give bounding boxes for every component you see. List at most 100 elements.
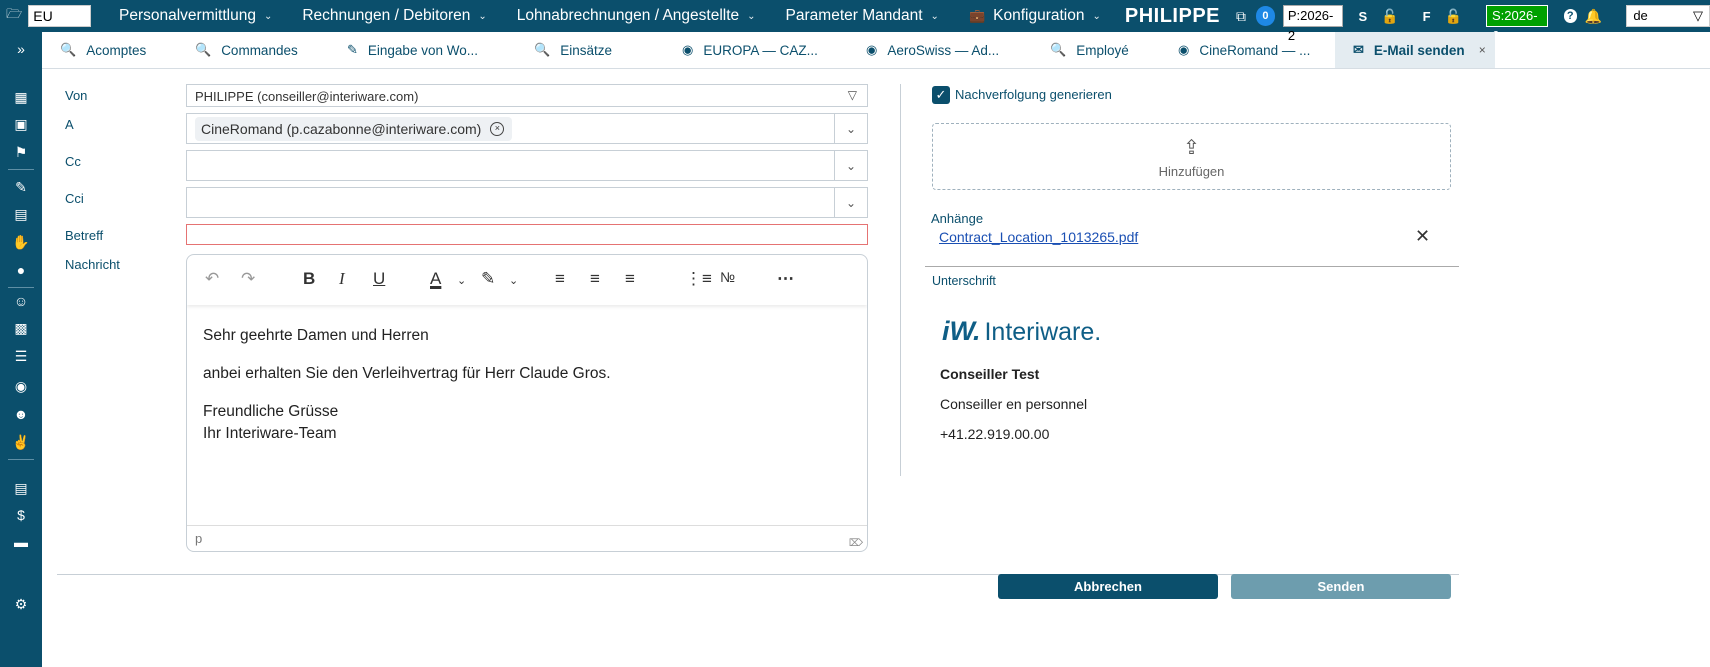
id-card-icon[interactable]: ▤ bbox=[0, 202, 42, 226]
upload-dropzone[interactable]: ⇪ Hinzufügen bbox=[932, 123, 1451, 190]
bullet-list-icon[interactable]: ⋮≡ bbox=[685, 269, 712, 289]
followup-checkbox[interactable]: ✓ bbox=[932, 86, 950, 104]
tab-europa[interactable]: ◉ EUROPA — CAZ... bbox=[664, 32, 848, 68]
send-button[interactable]: Senden bbox=[1231, 574, 1451, 599]
italic-icon[interactable]: I bbox=[339, 269, 345, 289]
binoculars-icon[interactable]: ◉ bbox=[0, 374, 42, 398]
sliders-icon[interactable]: ☰ bbox=[0, 344, 42, 368]
tab-label: AeroSwiss — Ad... bbox=[887, 42, 1000, 58]
f-label: F bbox=[1422, 8, 1431, 24]
chevron-down-icon: ⌄ bbox=[747, 10, 756, 22]
search-icon: 🔍 bbox=[195, 42, 212, 57]
signature-phone: +41.22.919.00.00 bbox=[940, 426, 1050, 442]
help-icon[interactable]: ? bbox=[1563, 9, 1577, 23]
menu-parameter-mandant[interactable]: Parameter Mandant ⌄ bbox=[786, 7, 939, 25]
logo-text: Interiware. bbox=[984, 318, 1102, 346]
tab-cineromand[interactable]: ◉ CineRomand — ... bbox=[1160, 32, 1335, 68]
user-search-icon[interactable]: ☻ bbox=[0, 402, 42, 426]
toolbox-icon: 💼 bbox=[968, 8, 986, 23]
align-right-icon[interactable]: ≡ bbox=[625, 269, 635, 289]
recipient-chip-label: CineRomand (p.cazabonne@interiware.com) bbox=[201, 121, 482, 137]
tab-commandes[interactable]: 🔍 Commandes bbox=[177, 32, 329, 68]
unlock-icon[interactable]: 🔓 bbox=[1445, 8, 1462, 25]
resize-handle-icon[interactable]: ⌦ bbox=[849, 539, 863, 549]
chevron-down-icon[interactable]: ⌄ bbox=[457, 274, 466, 287]
clipboard-icon[interactable]: ▩ bbox=[0, 316, 42, 340]
attachments-divider bbox=[925, 266, 1459, 267]
user-settings-icon[interactable]: ⚙ bbox=[0, 592, 42, 616]
betreff-input[interactable] bbox=[186, 224, 868, 245]
cc-field[interactable]: ⌄ bbox=[186, 150, 868, 181]
numbered-list-icon[interactable]: № bbox=[720, 269, 735, 285]
cc-label: Cc bbox=[65, 154, 81, 169]
highlight-icon[interactable]: ✎ bbox=[481, 269, 495, 289]
tab-label: EUROPA — CAZ... bbox=[703, 42, 818, 58]
chevron-down-icon: ⌄ bbox=[930, 10, 939, 22]
language-select[interactable]: de ▽ bbox=[1626, 5, 1710, 27]
signature-name: Conseiller Test bbox=[940, 366, 1040, 382]
sidebar: » ▦ ▣ ⚑ ✎ ▤ ✋ ● ☺ ▩ ☰ ◉ ☻ ✌ ▤ $ ▬ ⚙ bbox=[0, 32, 42, 667]
chevron-down-icon[interactable]: ⌄ bbox=[834, 114, 867, 143]
menu-konfiguration[interactable]: 💼 Konfiguration ⌄ bbox=[969, 7, 1101, 25]
tab-einsaetze[interactable]: 🔍 Einsätze bbox=[516, 32, 664, 68]
undo-icon[interactable]: ↶ bbox=[205, 269, 219, 289]
tab-employe[interactable]: 🔍 Employé bbox=[1032, 32, 1160, 68]
cci-label: Cci bbox=[65, 191, 84, 206]
calendar-icon[interactable]: ▣ bbox=[0, 112, 42, 136]
sidebar-divider bbox=[8, 287, 34, 288]
cci-field[interactable]: ⌄ bbox=[186, 187, 868, 218]
tab-eingabe[interactable]: ✎ Eingabe von Wo... bbox=[329, 32, 516, 68]
menu-rechnungen[interactable]: Rechnungen / Debitoren ⌄ bbox=[302, 7, 486, 25]
hand-give-icon[interactable]: ✌ bbox=[0, 430, 42, 454]
flag-icon[interactable]: ⚑ bbox=[0, 140, 42, 164]
tab-label: Einsätze bbox=[560, 42, 612, 58]
calendar-grid-icon[interactable]: ▦ bbox=[0, 85, 42, 109]
attachment-link[interactable]: Contract_Location_1013265.pdf bbox=[939, 229, 1138, 245]
bold-icon[interactable]: B bbox=[303, 269, 315, 289]
users-icon[interactable]: ● bbox=[0, 258, 42, 282]
unlock-icon[interactable]: 🔓 bbox=[1381, 8, 1398, 25]
hand-money-icon[interactable]: ✋ bbox=[0, 230, 42, 254]
redo-icon[interactable]: ↷ bbox=[241, 269, 255, 289]
cancel-button[interactable]: Abbrechen bbox=[998, 574, 1218, 599]
a-recipient-field[interactable]: CineRomand (p.cazabonne@interiware.com) … bbox=[186, 113, 868, 144]
chevron-down-icon[interactable]: ⌄ bbox=[834, 188, 867, 217]
remove-chip-icon[interactable]: × bbox=[490, 122, 505, 136]
menu-label: Konfiguration bbox=[993, 7, 1085, 24]
von-select[interactable]: PHILIPPE (conseiller@interiware.com) ▽ bbox=[186, 84, 868, 107]
text-color-icon[interactable]: A bbox=[430, 269, 441, 289]
remove-attachment-icon[interactable]: ✕ bbox=[1415, 226, 1430, 247]
signature-role: Conseiller en personnel bbox=[940, 396, 1088, 412]
menu-personalvermittlung[interactable]: Personalvermittlung ⌄ bbox=[119, 7, 272, 25]
chevron-down-icon[interactable]: ⌄ bbox=[509, 274, 518, 287]
close-icon[interactable]: × bbox=[1479, 43, 1486, 57]
switch-window-icon[interactable]: ⧉ bbox=[1236, 8, 1246, 25]
menu-label: Rechnungen / Debitoren bbox=[302, 7, 471, 24]
dollar-icon[interactable]: $ bbox=[0, 503, 42, 527]
editor-content[interactable]: Sehr geehrte Damen und Herren anbei erha… bbox=[187, 305, 867, 445]
expand-icon[interactable]: » bbox=[0, 37, 42, 61]
align-left-icon[interactable]: ≡ bbox=[555, 269, 565, 289]
address-card-icon[interactable]: ▤ bbox=[0, 476, 42, 500]
notification-badge[interactable]: 0 bbox=[1256, 6, 1275, 26]
logo-mark: iW. bbox=[942, 316, 981, 346]
tab-acomptes[interactable]: 🔍 Acomptes bbox=[42, 32, 177, 68]
wallet-icon[interactable]: ▬ bbox=[0, 530, 42, 554]
recipient-chip: CineRomand (p.cazabonne@interiware.com) … bbox=[195, 117, 513, 141]
align-center-icon[interactable]: ≡ bbox=[590, 269, 600, 289]
menu-lohnabrechnungen[interactable]: Lohnabrechnungen / Angestellte ⌄ bbox=[517, 7, 756, 25]
more-icon[interactable]: ⋯ bbox=[777, 269, 794, 289]
tab-email-senden[interactable]: ✉ E-Mail senden × bbox=[1335, 32, 1495, 68]
period-s-badge[interactable]: S:2026-6 bbox=[1486, 5, 1548, 43]
mandant-input[interactable]: EU bbox=[28, 5, 91, 27]
underline-icon[interactable]: U bbox=[373, 269, 385, 289]
chevron-down-icon[interactable]: ⌄ bbox=[834, 151, 867, 180]
user-icon[interactable]: ☺ bbox=[0, 289, 42, 313]
bell-icon[interactable]: 🔔 bbox=[1585, 8, 1602, 25]
folder-icon[interactable]: 🗁 bbox=[0, 5, 28, 27]
period-p-input[interactable]: P:2026-2 bbox=[1282, 5, 1343, 43]
binoculars-icon: ◉ bbox=[1178, 42, 1190, 57]
tab-label: Acomptes bbox=[86, 42, 147, 58]
pencil-icon[interactable]: ✎ bbox=[0, 175, 42, 199]
tab-aeroswiss[interactable]: ◉ AeroSwiss — Ad... bbox=[848, 32, 1032, 68]
